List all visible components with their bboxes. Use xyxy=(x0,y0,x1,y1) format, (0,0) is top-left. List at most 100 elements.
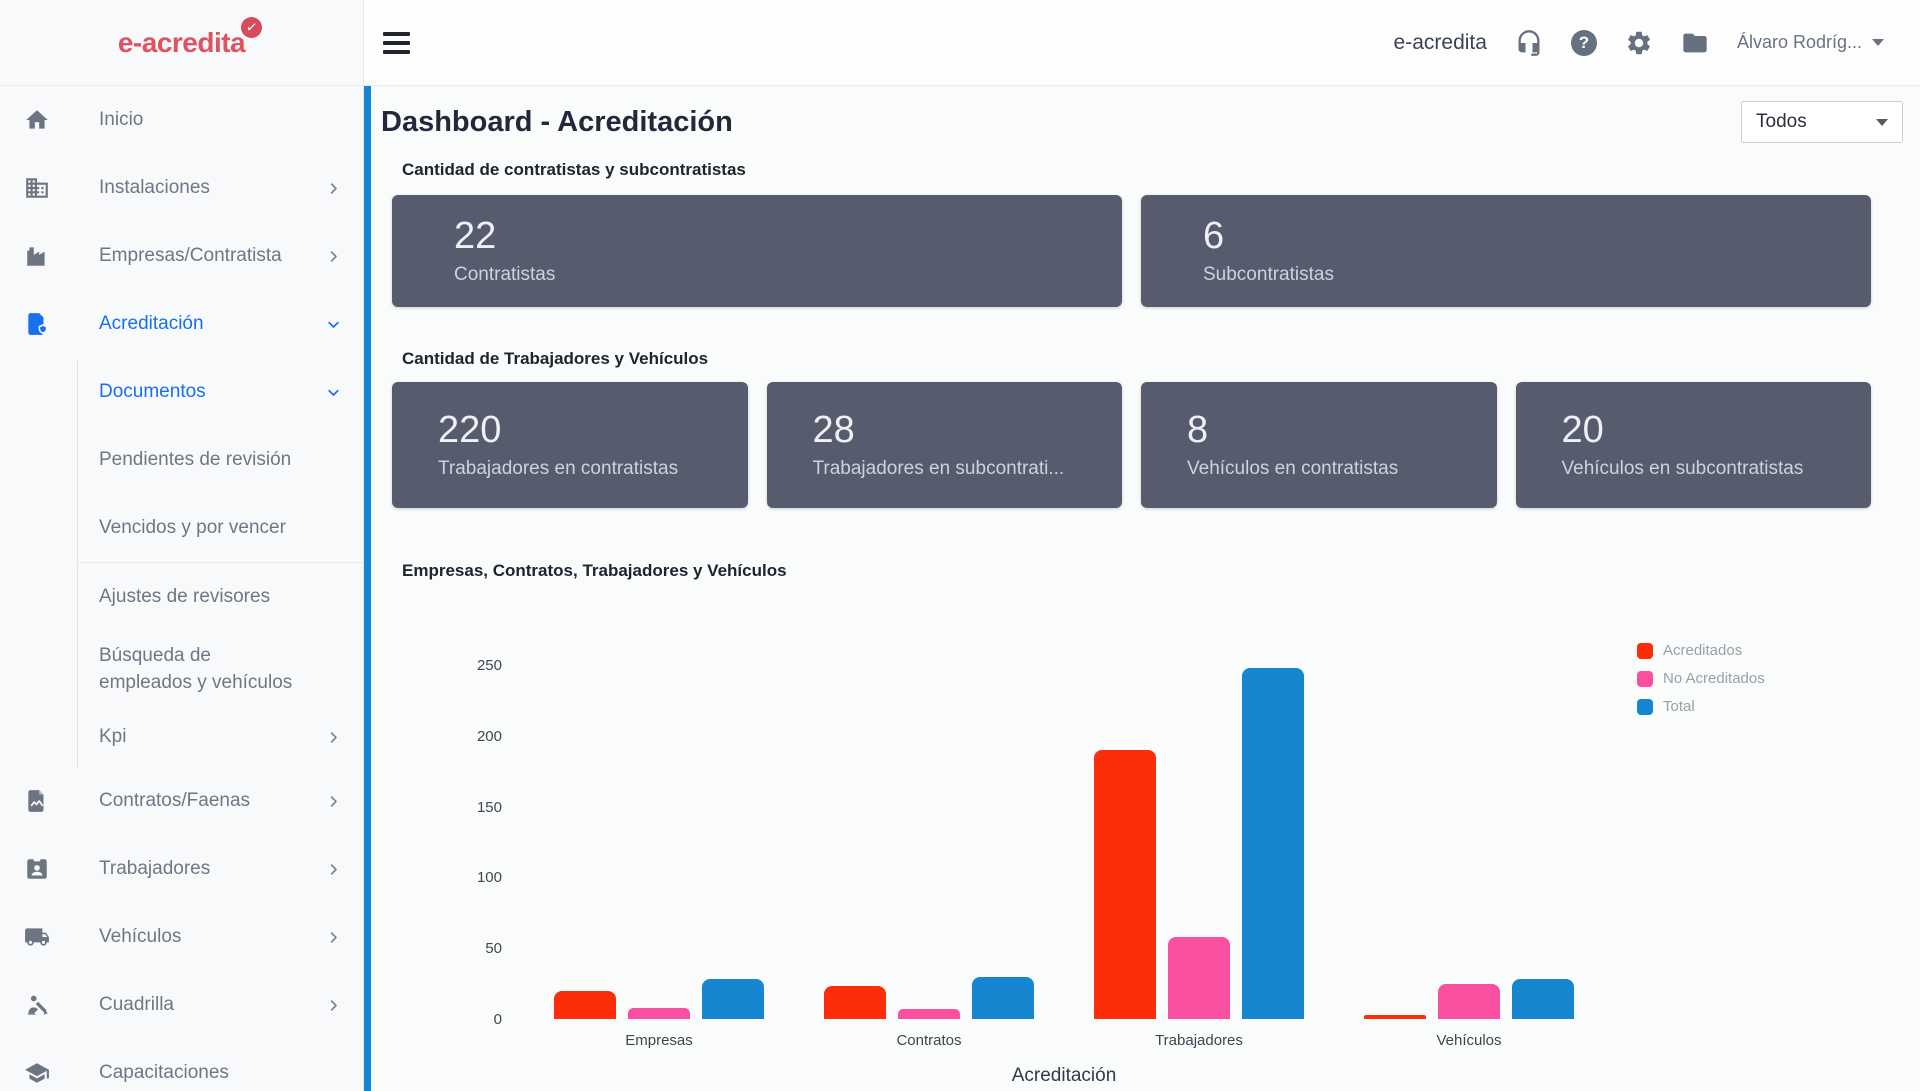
bar-no-acreditados[interactable] xyxy=(628,1008,690,1019)
legend-swatch xyxy=(1637,671,1653,687)
x-category-label: Vehículos xyxy=(1334,1032,1604,1049)
bar-no-acreditados[interactable] xyxy=(1438,984,1500,1019)
page-content: Dashboard - Acreditación Todos Cantidad … xyxy=(364,86,1920,1091)
caret-down-icon xyxy=(1872,39,1884,46)
chevron-right-icon xyxy=(326,862,341,877)
sidebar-item-label: Vehículos xyxy=(99,926,181,948)
truck-icon xyxy=(24,924,50,950)
bar-total[interactable] xyxy=(972,977,1034,1019)
legend-label: Acreditados xyxy=(1663,642,1742,659)
chart-section-heading: Empresas, Contratos, Trabajadores y Vehí… xyxy=(402,561,1903,581)
main-area: e-acredita ? Álvaro Rodríg... Da xyxy=(364,0,1920,1091)
workers-vehicles-cards-row: 220 Trabajadores en contratistas 28 Trab… xyxy=(392,382,1871,508)
app-logo[interactable]: e-acredita ✓ xyxy=(118,27,245,59)
sidebar-subitem-vencidos[interactable]: Vencidos y por vencer xyxy=(0,494,363,562)
bar-no-acreditados[interactable] xyxy=(898,1009,960,1019)
sidebar-item-capacitaciones[interactable]: Capacitaciones xyxy=(0,1039,363,1091)
bar-acreditados[interactable] xyxy=(1364,1015,1426,1019)
sidebar-item-label: Cuadrilla xyxy=(99,994,174,1016)
app-logo-text: e-acredita xyxy=(118,27,245,58)
x-category-label: Trabajadores xyxy=(1064,1032,1334,1049)
legend-item[interactable]: Total xyxy=(1637,698,1765,715)
sidebar-item-vehiculos[interactable]: Vehículos xyxy=(0,903,363,971)
y-tick-label: 250 xyxy=(477,657,502,674)
bar-no-acreditados[interactable] xyxy=(1168,937,1230,1019)
stat-value: 6 xyxy=(1203,217,1871,255)
stat-label: Vehículos en contratistas xyxy=(1187,458,1497,480)
stat-card-subcontratistas: 6 Subcontratistas xyxy=(1141,195,1871,307)
bar-acreditados[interactable] xyxy=(1094,750,1156,1019)
app-window: e-acredita ✓ Inicio Instalaciones xyxy=(0,0,1920,1091)
sidebar-item-acreditacion[interactable]: Acreditación xyxy=(0,290,363,358)
stat-label: Vehículos en subcontratistas xyxy=(1562,458,1872,480)
factory-icon xyxy=(24,243,50,269)
bar-total[interactable] xyxy=(702,979,764,1019)
sidebar-item-instalaciones[interactable]: Instalaciones xyxy=(0,154,363,222)
legend-item[interactable]: No Acreditados xyxy=(1637,670,1765,687)
chart-legend: Acreditados No Acreditados Total xyxy=(1637,642,1765,715)
contractors-cards-row: 22 Contratistas 6 Subcontratistas xyxy=(392,195,1871,307)
sidebar-nav: Inicio Instalaciones Empresas/Contratist… xyxy=(0,86,363,1091)
chevron-right-icon xyxy=(326,794,341,809)
settings-gear-icon[interactable] xyxy=(1625,29,1653,57)
y-tick-label: 50 xyxy=(485,940,502,957)
id-badge-icon xyxy=(24,856,50,882)
building-icon xyxy=(24,175,50,201)
stat-value: 20 xyxy=(1562,411,1872,449)
stat-value: 22 xyxy=(454,217,1122,255)
section-heading-workers-vehicles: Cantidad de Trabajadores y Vehículos xyxy=(402,349,1903,369)
bar-group: Empresas xyxy=(524,665,794,1019)
sidebar-item-cuadrilla[interactable]: Cuadrilla xyxy=(0,971,363,1039)
graduation-cap-icon xyxy=(24,1060,50,1086)
support-headset-icon[interactable] xyxy=(1515,29,1543,57)
bar-acreditados[interactable] xyxy=(554,991,616,1019)
sidebar-item-trabajadores[interactable]: Trabajadores xyxy=(0,835,363,903)
stat-card-trabajadores-subcontratistas: 28 Trabajadores en subcontrati... xyxy=(767,382,1123,508)
legend-label: Total xyxy=(1663,698,1695,715)
home-icon xyxy=(24,107,50,133)
chart-plot: EmpresasContratosTrabajadoresVehículos xyxy=(524,665,1604,1019)
x-category-label: Empresas xyxy=(524,1032,794,1049)
stat-value: 28 xyxy=(813,411,1123,449)
chevron-right-icon xyxy=(326,249,341,264)
sidebar: e-acredita ✓ Inicio Instalaciones xyxy=(0,0,364,1091)
sidebar-item-label: Empresas/Contratista xyxy=(99,245,282,267)
sidebar-logo-area: e-acredita ✓ xyxy=(0,0,363,86)
sidebar-subitem-busqueda[interactable]: Búsqueda de empleados y vehículos xyxy=(0,631,363,707)
crew-worker-icon xyxy=(24,992,50,1018)
sidebar-subitem-documentos[interactable]: Documentos xyxy=(0,358,363,426)
stat-label: Trabajadores en subcontrati... xyxy=(813,458,1123,480)
sidebar-item-empresas-contratista[interactable]: Empresas/Contratista xyxy=(0,222,363,290)
bar-group: Vehículos xyxy=(1334,665,1604,1019)
menu-hamburger-icon[interactable] xyxy=(383,32,410,54)
chevron-right-icon xyxy=(326,998,341,1013)
legend-swatch xyxy=(1637,643,1653,659)
chevron-right-icon xyxy=(326,181,341,196)
folder-icon[interactable] xyxy=(1681,29,1709,57)
filter-dropdown[interactable]: Todos xyxy=(1741,101,1903,143)
bar-total[interactable] xyxy=(1512,979,1574,1019)
title-row: Dashboard - Acreditación Todos xyxy=(381,100,1903,144)
sidebar-item-label: Trabajadores xyxy=(99,858,210,880)
legend-item[interactable]: Acreditados xyxy=(1637,642,1765,659)
user-menu[interactable]: Álvaro Rodríg... xyxy=(1737,32,1884,53)
submenu-indent-rule xyxy=(77,360,78,768)
x-axis-title: Acreditación xyxy=(524,1065,1604,1087)
filter-selected-value: Todos xyxy=(1756,111,1807,133)
sidebar-subitem-ajustes-revisores[interactable]: Ajustes de revisores xyxy=(0,563,363,631)
bar-acreditados[interactable] xyxy=(824,986,886,1019)
contract-document-icon xyxy=(24,788,50,814)
sidebar-item-inicio[interactable]: Inicio xyxy=(0,86,363,154)
chevron-down-icon xyxy=(326,385,341,400)
caret-down-icon xyxy=(1876,119,1888,126)
sidebar-subitem-kpi[interactable]: Kpi xyxy=(0,707,363,767)
bar-total[interactable] xyxy=(1242,668,1304,1019)
stat-value: 220 xyxy=(438,411,748,449)
stat-label: Trabajadores en contratistas xyxy=(438,458,748,480)
sidebar-subitem-pendientes-revision[interactable]: Pendientes de revisión xyxy=(0,426,363,494)
legend-swatch xyxy=(1637,699,1653,715)
bar-chart: 050100150200250 EmpresasContratosTrabaja… xyxy=(381,587,1903,1089)
help-icon[interactable]: ? xyxy=(1571,30,1597,56)
chevron-right-icon xyxy=(326,730,341,745)
sidebar-item-contratos-faenas[interactable]: Contratos/Faenas xyxy=(0,767,363,835)
